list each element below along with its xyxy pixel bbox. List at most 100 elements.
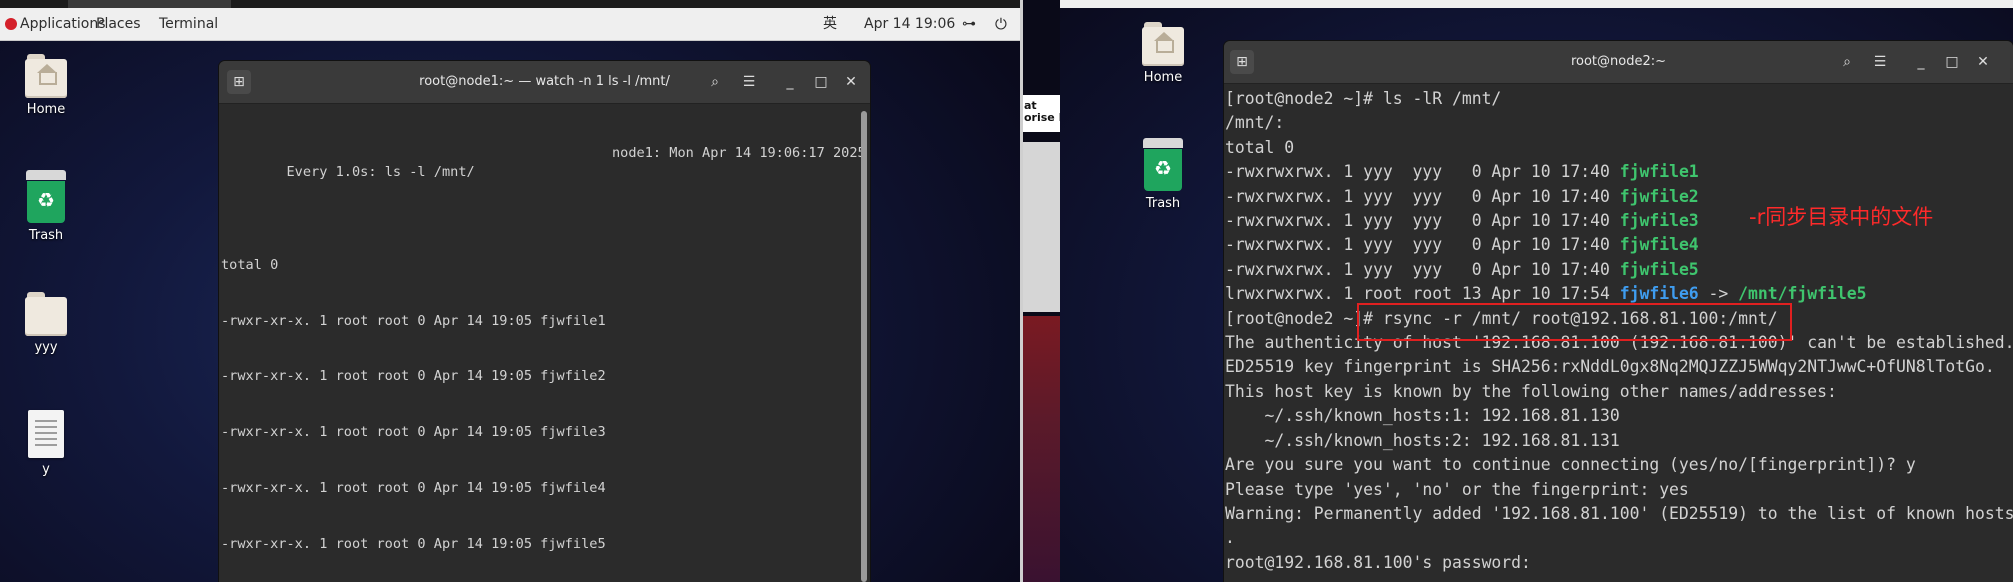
terminal-text: Warning: Permanently added '192.168.81.1… bbox=[1225, 503, 2013, 523]
terminal-line: -rwxrwxrwx. 1 yyy yyy 0 Apr 10 17:40 fjw… bbox=[1225, 258, 2013, 282]
left-desktop: Applications Places Terminal 英 Apr 14 19… bbox=[0, 0, 1020, 582]
top-panel: Applications Places Terminal 英 Apr 14 19… bbox=[0, 8, 1020, 41]
desktop-icon-home[interactable]: Home bbox=[0, 54, 96, 117]
trash-icon: ♻ bbox=[1143, 138, 1183, 192]
desktop-icon-trash[interactable]: ♻ Trash bbox=[1113, 138, 1213, 211]
highlight-box bbox=[1357, 303, 1792, 341]
terminal-text: [root@node2 ~]# ls -lR /mnt/ bbox=[1225, 89, 1502, 108]
input-method-indicator[interactable]: 英 bbox=[823, 16, 837, 32]
terminal-title: root@node2:~ bbox=[1570, 54, 1667, 69]
terminal-text: -rwxrwxrwx. 1 yyy yyy 0 Apr 10 17:40 bbox=[1225, 259, 1620, 279]
terminal-text: ED25519 key fingerprint is SHA256:rxNddL… bbox=[1225, 357, 1995, 377]
redhat-logo-icon bbox=[5, 18, 17, 30]
right-desktop: Home ♻ Trash ⊞ root@node2:~ ⌕ ☰ _ □ ✕ [r… bbox=[1060, 0, 2013, 582]
background-window-text: at orise Li bbox=[1024, 99, 1060, 124]
terminal-line: -rwxr-xr-x. 1 root root 0 Apr 14 19:05 f… bbox=[221, 535, 606, 552]
terminal-line: root@192.168.81.100's password: bbox=[1225, 551, 2013, 575]
desktop-icon-home[interactable]: Home bbox=[1113, 22, 1213, 85]
minimize-button[interactable]: _ bbox=[1911, 50, 1931, 74]
close-button[interactable]: ✕ bbox=[841, 70, 861, 94]
top-window-strip bbox=[0, 0, 1020, 8]
minimize-button[interactable]: _ bbox=[780, 70, 800, 94]
annotation-text: -r同步目录中的文件 bbox=[1749, 205, 1934, 229]
text-file-icon bbox=[28, 410, 64, 458]
terminal-text: ~/.ssh/known_hosts:2: 192.168.81.131 bbox=[1225, 430, 1620, 450]
terminal-text: Please type 'yes', 'no' or the fingerpri… bbox=[1225, 479, 1689, 499]
search-icon[interactable]: ⌕ bbox=[1835, 50, 1859, 74]
terminal-text: -> bbox=[1698, 284, 1739, 304]
background-window-strip: at orise Li bbox=[1023, 0, 1060, 582]
desktop-icon-label: Home bbox=[26, 102, 66, 117]
menu-icon[interactable]: ☰ bbox=[1868, 50, 1892, 74]
terminal-line: -rwxrwxrwx. 1 yyy yyy 0 Apr 10 17:40 fjw… bbox=[1225, 160, 2013, 184]
trash-icon: ♻ bbox=[26, 170, 66, 224]
search-icon[interactable]: ⌕ bbox=[703, 70, 727, 94]
terminal-line: -rwxrwxrwx. 1 yyy yyy 0 Apr 10 17:40 fjw… bbox=[1225, 233, 2013, 257]
terminal-text: -rwxrwxrwx. 1 yyy yyy 0 Apr 10 17:40 bbox=[1225, 162, 1620, 182]
terminal-line: -rwxr-xr-x. 1 root root 0 Apr 14 19:05 f… bbox=[221, 312, 606, 329]
terminal-text: root@192.168.81.100's password: bbox=[1225, 552, 1541, 572]
watch-header-right: node1: Mon Apr 14 19:06:17 2025 bbox=[612, 145, 866, 162]
terminal-line: This host key is known by the following … bbox=[1225, 380, 2013, 404]
terminal-output[interactable]: Every 1.0s: ls -l /mnt/ node1: Mon Apr 1… bbox=[219, 107, 870, 582]
terminal-line: -rwxr-xr-x. 1 root root 0 Apr 14 19:05 f… bbox=[221, 424, 606, 441]
terminal-titlebar[interactable]: ⊞ root@node1:~ — watch -n 1 ls -l /mnt/ … bbox=[219, 61, 870, 104]
desktop-icon-y[interactable]: y bbox=[0, 410, 96, 477]
desktop-icon-yyy[interactable]: yyy bbox=[0, 292, 96, 355]
menu-icon[interactable]: ☰ bbox=[737, 70, 761, 94]
terminal-line: /mnt/: bbox=[1225, 111, 2013, 135]
terminal-text: This host key is known by the following … bbox=[1225, 381, 1837, 401]
terminal-text: -rwxrwxrwx. 1 yyy yyy 0 Apr 10 17:40 bbox=[1225, 235, 1620, 255]
terminal-line: ED25519 key fingerprint is SHA256:rxNddL… bbox=[1225, 355, 2013, 379]
terminal-line: ~/.ssh/known_hosts:1: 192.168.81.130 bbox=[1225, 404, 2013, 428]
places-menu[interactable]: Places bbox=[96, 16, 141, 32]
terminal-menu[interactable]: Terminal bbox=[159, 16, 218, 32]
terminal-text: Are you sure you want to continue connec… bbox=[1225, 455, 1916, 475]
terminal-line: Please type 'yes', 'no' or the fingerpri… bbox=[1225, 478, 2013, 502]
file-name: fjwfile1 bbox=[1619, 162, 1699, 182]
terminal-line: -rwxr-xr-x. 1 root root 0 Apr 14 19:05 f… bbox=[221, 479, 606, 496]
home-folder-icon bbox=[25, 54, 67, 98]
maximize-button[interactable]: □ bbox=[1942, 50, 1962, 74]
applications-menu[interactable]: Applications bbox=[20, 16, 106, 32]
symlink-name: fjwfile6 bbox=[1619, 284, 1699, 304]
desktop-icon-label: Trash bbox=[28, 228, 64, 243]
folder-icon bbox=[25, 292, 67, 336]
terminal-line: Are you sure you want to continue connec… bbox=[1225, 453, 2013, 477]
terminal-line: [root@node2 ~]# ls -lR /mnt/ bbox=[1225, 87, 2013, 111]
terminal-text: -rwxrwxrwx. 1 yyy yyy 0 Apr 10 17:40 bbox=[1225, 211, 1620, 231]
file-name: fjwfile2 bbox=[1619, 186, 1699, 206]
watch-header-left: Every 1.0s: ls -l /mnt/ bbox=[286, 163, 475, 180]
file-name: fjwfile4 bbox=[1619, 235, 1699, 255]
terminal-text: total 0 bbox=[1225, 137, 1295, 157]
terminal-text: ~/.ssh/known_hosts:1: 192.168.81.130 bbox=[1225, 406, 1620, 426]
terminal-text: /mnt/: bbox=[1225, 113, 1285, 133]
file-name: /mnt/fjwfile5 bbox=[1738, 284, 1867, 304]
clock[interactable]: Apr 14 19:06 bbox=[864, 16, 955, 32]
scrollbar[interactable] bbox=[861, 111, 867, 582]
maximize-button[interactable]: □ bbox=[811, 70, 831, 94]
desktop-icon-label: y bbox=[42, 462, 50, 477]
terminal-line: -rwxr-xr-x. 1 root root 0 Apr 14 19:05 f… bbox=[221, 368, 606, 385]
file-name: fjwfile5 bbox=[1619, 259, 1699, 279]
power-icon[interactable]: ⏻ bbox=[995, 16, 1007, 32]
network-icon[interactable]: ⊶ bbox=[962, 16, 976, 32]
terminal-title: root@node1:~ — watch -n 1 ls -l /mnt/ bbox=[419, 74, 670, 89]
watch-header: Every 1.0s: ls -l /mnt/ node1: Mon Apr 1… bbox=[221, 144, 870, 180]
top-window-strip bbox=[1060, 0, 2013, 8]
desktop-icon-label: Home bbox=[1143, 70, 1183, 85]
home-folder-icon bbox=[1142, 22, 1184, 66]
terminal-text: . bbox=[1225, 528, 1235, 548]
terminal-window-node1[interactable]: ⊞ root@node1:~ — watch -n 1 ls -l /mnt/ … bbox=[219, 61, 870, 582]
terminal-text: lrwxrwxrwx. 1 root root 13 Apr 10 17:54 bbox=[1225, 284, 1620, 304]
terminal-line: total 0 bbox=[221, 256, 279, 273]
terminal-titlebar[interactable]: ⊞ root@node2:~ ⌕ ☰ _ □ ✕ bbox=[1224, 41, 2013, 84]
terminal-line: total 0 bbox=[1225, 136, 2013, 160]
terminal-line: . bbox=[1225, 526, 2013, 550]
desktop-icon-label: yyy bbox=[34, 340, 58, 355]
desktop-icon-trash[interactable]: ♻ Trash bbox=[0, 170, 96, 243]
terminal-text: -rwxrwxrwx. 1 yyy yyy 0 Apr 10 17:40 bbox=[1225, 186, 1620, 206]
file-name: fjwfile3 bbox=[1619, 211, 1699, 231]
terminal-line: Warning: Permanently added '192.168.81.1… bbox=[1225, 502, 2013, 526]
close-button[interactable]: ✕ bbox=[1973, 50, 1993, 74]
